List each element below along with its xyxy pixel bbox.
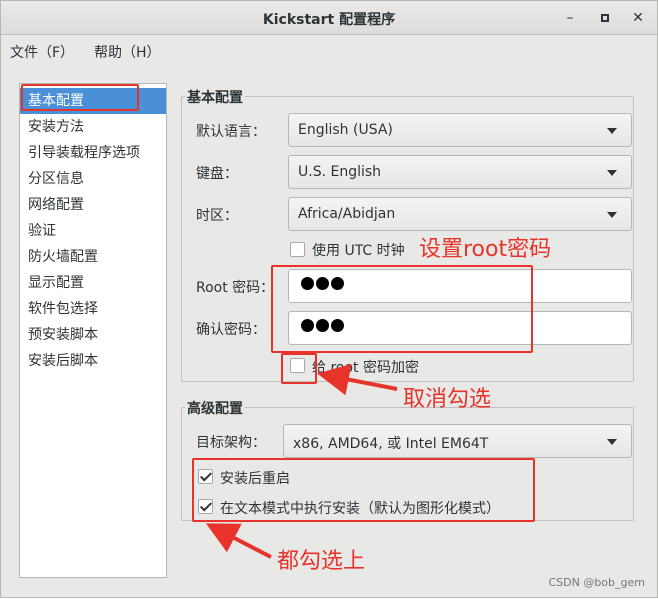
annotation-arrows [205,363,398,559]
arrow-uncheck-icon [317,363,398,396]
watermark: CSDN @bob_gem [548,576,645,589]
arrow-check-all-icon [205,523,272,559]
kickstart-window: Kickstart 配置程序 – ✕ 文件（F） 帮助（H） 基本配置 安装方法… [0,0,658,598]
